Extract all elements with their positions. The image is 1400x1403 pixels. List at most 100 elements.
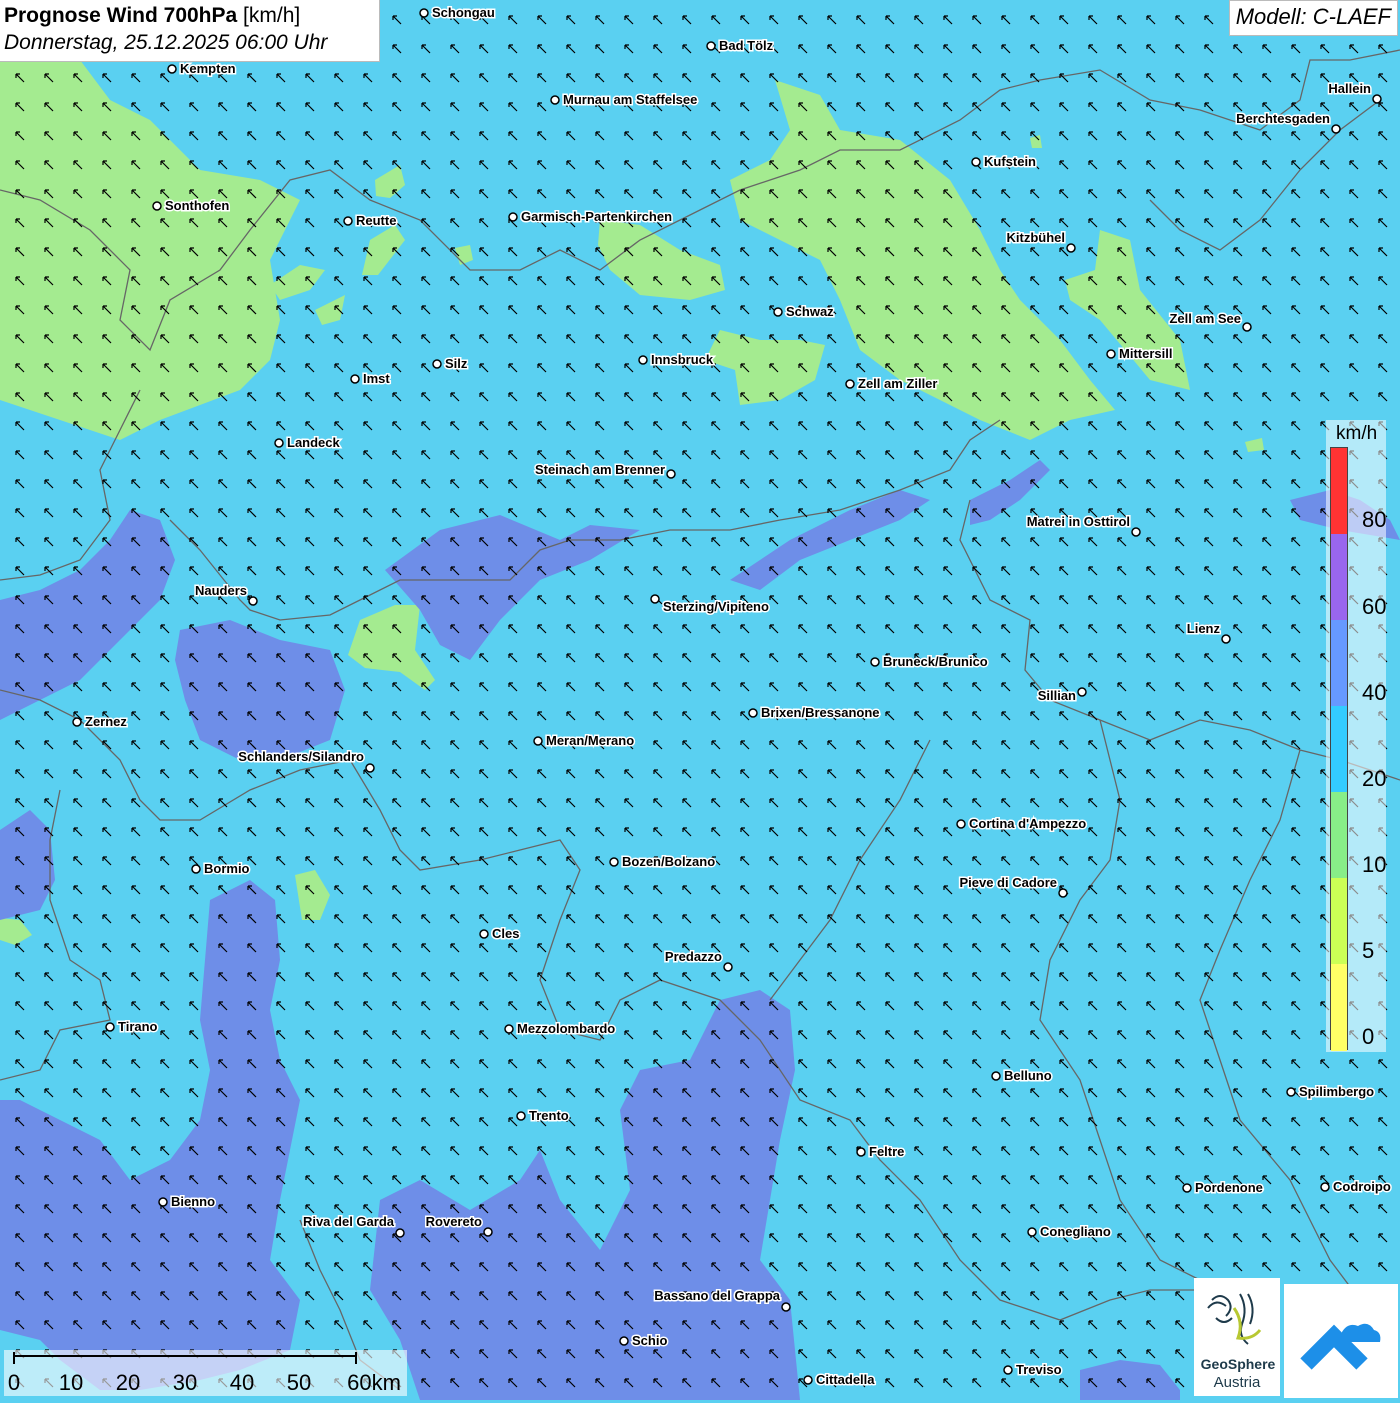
city-dot-icon [723, 962, 733, 972]
color-legend: km/h 80 60 40 20 10 5 0 [1326, 420, 1386, 1052]
geosphere-emblem-icon [1207, 1293, 1262, 1345]
city-label: Bruneck/Brunico [883, 654, 988, 669]
model-label: Modell: C-LAEF [1228, 0, 1398, 36]
map-title-unit: [km/h] [243, 4, 301, 27]
city-label: Bassano del Grappa [654, 1288, 780, 1303]
city-label: Schio [632, 1333, 667, 1348]
city-dot-icon [479, 929, 489, 939]
city-marker: Meran/Merano [533, 732, 636, 750]
city-dot-icon [971, 157, 981, 167]
city-label: Riva del Garda [303, 1214, 395, 1229]
city-label: Brixen/Bressanone [761, 705, 880, 720]
city-label: Schongau [432, 5, 495, 20]
scale-label-10: 10 [58, 1370, 84, 1395]
city-label: Schlanders/Silandro [238, 749, 364, 764]
scale-label-40: 40 [229, 1370, 255, 1395]
scale-label-20: 20 [115, 1370, 141, 1395]
legend-label-0: 0 [1362, 1024, 1375, 1049]
city-dot-icon [274, 438, 284, 448]
city-label: Zell am See [1169, 311, 1241, 326]
legend-label-80: 80 [1362, 507, 1387, 532]
city-label: Murnau am Staffelsee [563, 92, 697, 107]
city-label: Steinach am Brenner [535, 462, 665, 477]
city-label: Rovereto [426, 1214, 482, 1229]
city-dot-icon [1131, 527, 1141, 537]
legend-segment-yellow [1331, 964, 1347, 1051]
title-box: Prognose Wind 700hPa [km/h] Donnerstag, … [0, 0, 380, 62]
city-label: Trento [529, 1108, 569, 1123]
city-label: Meran/Merano [546, 733, 634, 748]
city-label: Lienz [1187, 621, 1221, 636]
map-title-main: Prognose Wind 700hPa [4, 4, 238, 27]
city-dot-icon [504, 1024, 514, 1034]
scale-bar: 0 10 20 30 40 50 60km [4, 1350, 407, 1396]
city-label: Bormio [204, 861, 250, 876]
legend-segment-cyan [1331, 706, 1347, 792]
city-dot-icon [803, 1375, 813, 1385]
city-label: Mezzolombardo [517, 1021, 615, 1036]
city-marker: Mezzolombardo [504, 1020, 617, 1038]
city-dot-icon [856, 1147, 866, 1157]
city-dot-icon [991, 1071, 1001, 1081]
city-label: Hallein [1328, 81, 1371, 96]
city-label: Imst [363, 371, 390, 386]
city-label: Silz [445, 356, 468, 371]
legend-unit: km/h [1336, 423, 1378, 444]
city-marker: Cortina d'Ampezzo [956, 815, 1088, 833]
city-label: Mittersill [1119, 346, 1172, 361]
city-label: Sterzing/Vipiteno [663, 599, 769, 614]
city-dot-icon [845, 379, 855, 389]
city-label: Kufstein [984, 154, 1036, 169]
weather-app-logo [1284, 1284, 1398, 1398]
city-label: Sonthofen [165, 198, 229, 213]
legend-segment-lime [1331, 878, 1347, 964]
city-dot-icon [365, 763, 375, 773]
legend-label-20: 20 [1362, 766, 1387, 791]
city-label: Spilimbergo [1299, 1084, 1374, 1099]
city-dot-icon [1372, 94, 1382, 104]
city-label: Pordenone [1195, 1180, 1263, 1195]
city-label: Bad Tölz [719, 38, 774, 53]
city-dot-icon [158, 1197, 168, 1207]
city-label: Zell am Ziller [858, 376, 937, 391]
city-label: Treviso [1016, 1362, 1062, 1377]
city-marker: Bozen/Bolzano [609, 853, 717, 871]
city-label: Cittadella [816, 1372, 875, 1387]
city-marker: Garmisch-Partenkirchen [508, 208, 674, 226]
map-title: Prognose Wind 700hPa [km/h] [4, 3, 375, 29]
city-label: Matrei in Osttirol [1027, 514, 1130, 529]
wind-map: Schongau Bad Tölz Kempten Murnau am Staffel… [0, 0, 1400, 1400]
city-dot-icon [343, 216, 353, 226]
forecast-datetime: Donnerstag, 25.12.2025 06:00 Uhr [4, 31, 328, 54]
city-label: Kitzbühel [1007, 230, 1066, 245]
city-marker: Pordenone [1182, 1179, 1264, 1197]
city-marker: Sonthofen [152, 197, 231, 215]
legend-segment-blue [1331, 620, 1347, 706]
city-dot-icon [870, 657, 880, 667]
legend-label-40: 40 [1362, 680, 1387, 705]
city-dot-icon [432, 359, 442, 369]
city-marker: Innsbruck [638, 351, 715, 369]
city-dot-icon [1077, 687, 1087, 697]
city-marker: Zell am Ziller [845, 375, 939, 393]
city-dot-icon [748, 708, 758, 718]
city-label: Landeck [287, 435, 341, 450]
city-dot-icon [483, 1227, 493, 1237]
city-dot-icon [1320, 1182, 1330, 1192]
city-label: Garmisch-Partenkirchen [521, 209, 672, 224]
city-dot-icon [781, 1302, 791, 1312]
scale-label-0: 0 [7, 1370, 21, 1395]
city-dot-icon [395, 1228, 405, 1238]
city-dot-icon [1058, 888, 1068, 898]
geosphere-sub: Austria [1213, 1374, 1261, 1391]
city-label: Schwaz [786, 304, 834, 319]
legend-color-bar [1330, 447, 1348, 1051]
city-label: Tirano [118, 1019, 158, 1034]
city-marker: Schongau [419, 4, 496, 22]
city-dot-icon [619, 1336, 629, 1346]
city-label: Innsbruck [651, 352, 714, 367]
city-dot-icon [773, 307, 783, 317]
city-dot-icon [350, 374, 360, 384]
city-dot-icon [1182, 1183, 1192, 1193]
city-label: Predazzo [665, 949, 722, 964]
